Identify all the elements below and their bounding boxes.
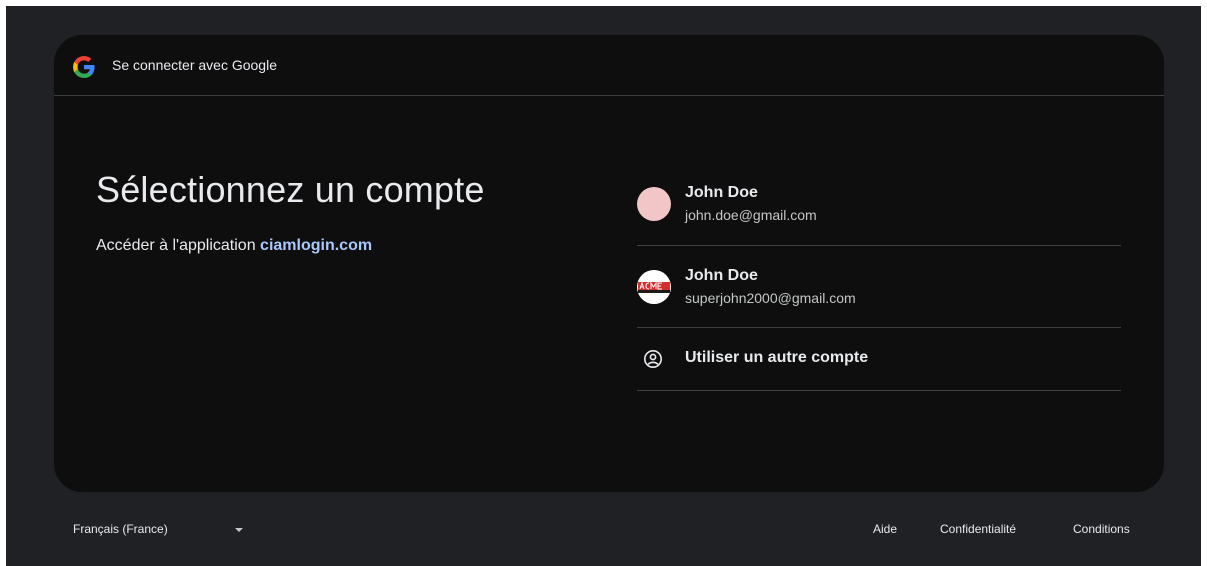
account-circle-icon — [644, 350, 662, 368]
account-list: John Doe john.doe@gmail.com John Doe sup… — [637, 163, 1121, 391]
account-item-superjohn2000[interactable]: John Doe superjohn2000@gmail.com — [637, 246, 1121, 328]
page-background: Se connecter avec Google Sélectionnez un… — [6, 6, 1201, 566]
use-another-account-label: Utiliser un autre compte — [685, 349, 869, 366]
language-selector[interactable]: Français (France) — [73, 522, 168, 536]
intro-section: Sélectionnez un compte Accéder à l'appli… — [96, 169, 485, 255]
privacy-link[interactable]: Confidentialité — [940, 522, 1016, 536]
use-another-account-button[interactable]: Utiliser un autre compte — [637, 328, 1121, 391]
account-email: superjohn2000@gmail.com — [685, 290, 856, 306]
page-title: Sélectionnez un compte — [96, 169, 485, 210]
google-g-icon — [73, 56, 95, 78]
account-email: john.doe@gmail.com — [685, 207, 817, 223]
header-title: Se connecter avec Google — [112, 57, 277, 73]
subtitle: Accéder à l'application ciamlogin.com — [96, 237, 485, 255]
card-header: Se connecter avec Google — [54, 35, 1164, 96]
app-name-link[interactable]: ciamlogin.com — [260, 237, 372, 254]
footer: Français (France) Aide Confidentialité C… — [6, 516, 1201, 546]
account-item-john-doe[interactable]: John Doe john.doe@gmail.com — [637, 163, 1121, 246]
help-link[interactable]: Aide — [873, 522, 897, 536]
chevron-down-icon[interactable] — [235, 528, 243, 532]
terms-link[interactable]: Conditions — [1073, 522, 1130, 536]
account-name: John Doe — [685, 267, 758, 284]
acme-logo-avatar — [637, 270, 671, 304]
subtitle-prefix: Accéder à l'application — [96, 237, 261, 254]
avatar — [637, 187, 671, 221]
account-name: John Doe — [685, 184, 758, 201]
signin-card: Se connecter avec Google Sélectionnez un… — [54, 35, 1164, 492]
